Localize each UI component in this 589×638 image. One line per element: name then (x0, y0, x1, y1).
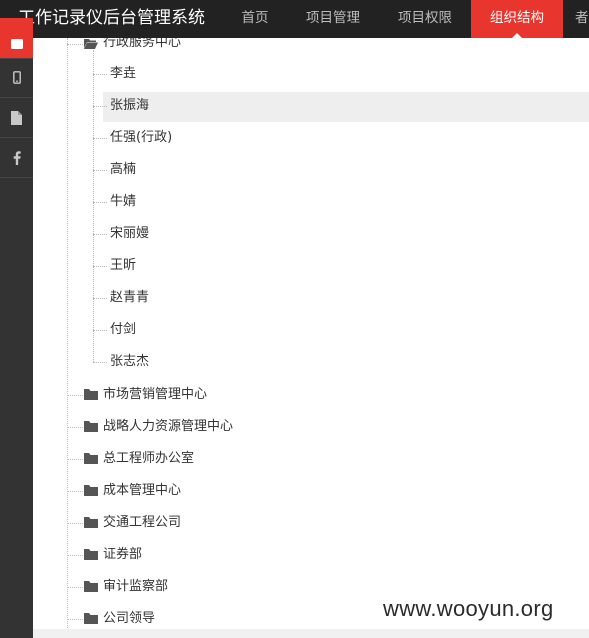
sidebar-button-active[interactable] (0, 18, 33, 59)
folder-icon (84, 485, 98, 496)
tree-folder-label[interactable]: 总工程师办公室 (103, 449, 194, 469)
tree-member-label[interactable]: 高楠 (110, 160, 136, 180)
tree-member-label[interactable]: 赵青青 (110, 288, 149, 308)
horizontal-scrollbar[interactable] (33, 629, 589, 638)
mobile-icon (12, 71, 21, 84)
tree-folder-label[interactable]: 证券部 (103, 545, 142, 565)
nav-org-structure[interactable]: 组织结构 (471, 0, 563, 38)
tree-connector (93, 138, 107, 139)
tree-folder-label[interactable]: 行政服务中心 (103, 38, 181, 53)
tree-connector (67, 427, 83, 428)
folder-icon (84, 613, 98, 624)
square-icon (10, 39, 23, 49)
tree-folder-label[interactable]: 审计监察部 (103, 577, 168, 597)
tree-connector (67, 459, 83, 460)
tree-connector (93, 330, 107, 331)
tree-member-label-selected[interactable]: 张振海 (110, 96, 149, 116)
app-title[interactable]: 工作记录仪后台管理系统 (18, 6, 205, 30)
tree-connector (67, 555, 83, 556)
tree-folder-label[interactable]: 战略人力资源管理中心 (103, 417, 233, 437)
tree-folder-label[interactable]: 交通工程公司 (103, 513, 181, 533)
tree-connector (93, 362, 107, 363)
facebook-icon (13, 150, 21, 165)
nav-project-permissions[interactable]: 项目权限 (386, 0, 464, 38)
folder-open-icon (84, 39, 98, 49)
selected-row-highlight (103, 92, 589, 122)
tree-member-label[interactable]: 牛婧 (110, 192, 136, 212)
document-icon (11, 110, 22, 125)
tree-member-label[interactable]: 王昕 (110, 256, 136, 276)
folder-icon (84, 517, 98, 528)
tree-connector (93, 106, 107, 107)
left-sidebar (0, 18, 33, 638)
tree-connector (93, 298, 107, 299)
nav-item-partial[interactable]: 者 (575, 0, 589, 38)
nav-project-management[interactable]: 项目管理 (294, 0, 372, 38)
sidebar-button-mobile[interactable] (0, 58, 33, 98)
folder-icon (84, 421, 98, 432)
tree-connector (67, 523, 83, 524)
folder-icon (84, 549, 98, 560)
tree-member-label[interactable]: 任强(行政) (110, 128, 172, 148)
folder-icon (84, 581, 98, 592)
tree-connector (93, 266, 107, 267)
tree-member-label[interactable]: 宋丽嫚 (110, 224, 149, 244)
tree-connector (67, 619, 83, 620)
tree-connector (67, 44, 83, 45)
folder-icon (84, 453, 98, 464)
tree-connector (93, 74, 107, 75)
tree-branch-line (93, 50, 94, 362)
tree-connector (67, 395, 83, 396)
org-tree: 行政服务中心 李垚 张振海 任强(行政) 高楠 牛婧 宋丽嫚 王昕 赵青青 付剑… (33, 38, 589, 638)
tree-connector (93, 202, 107, 203)
sidebar-button-document[interactable] (0, 98, 33, 138)
tree-member-label[interactable]: 付剑 (110, 320, 136, 340)
tree-connector (93, 170, 107, 171)
tree-connector (93, 234, 107, 235)
nav-home[interactable]: 首页 (228, 0, 282, 38)
tree-folder-label[interactable]: 市场营销管理中心 (103, 385, 207, 405)
tree-member-label[interactable]: 张志杰 (110, 352, 149, 372)
tree-trunk-line (67, 38, 68, 638)
nav-org-structure-label: 组织结构 (490, 10, 544, 26)
tree-connector (67, 587, 83, 588)
top-navbar: 工作记录仪后台管理系统 首页 项目管理 项目权限 组织结构 者 (0, 0, 589, 38)
tree-member-label[interactable]: 李垚 (110, 64, 136, 84)
sidebar-button-facebook[interactable] (0, 138, 33, 178)
tree-folder-label[interactable]: 公司领导 (103, 609, 155, 629)
folder-icon (84, 389, 98, 400)
tree-connector (67, 491, 83, 492)
tree-folder-label[interactable]: 成本管理中心 (103, 481, 181, 501)
watermark-text: www.wooyun.org (383, 596, 554, 621)
